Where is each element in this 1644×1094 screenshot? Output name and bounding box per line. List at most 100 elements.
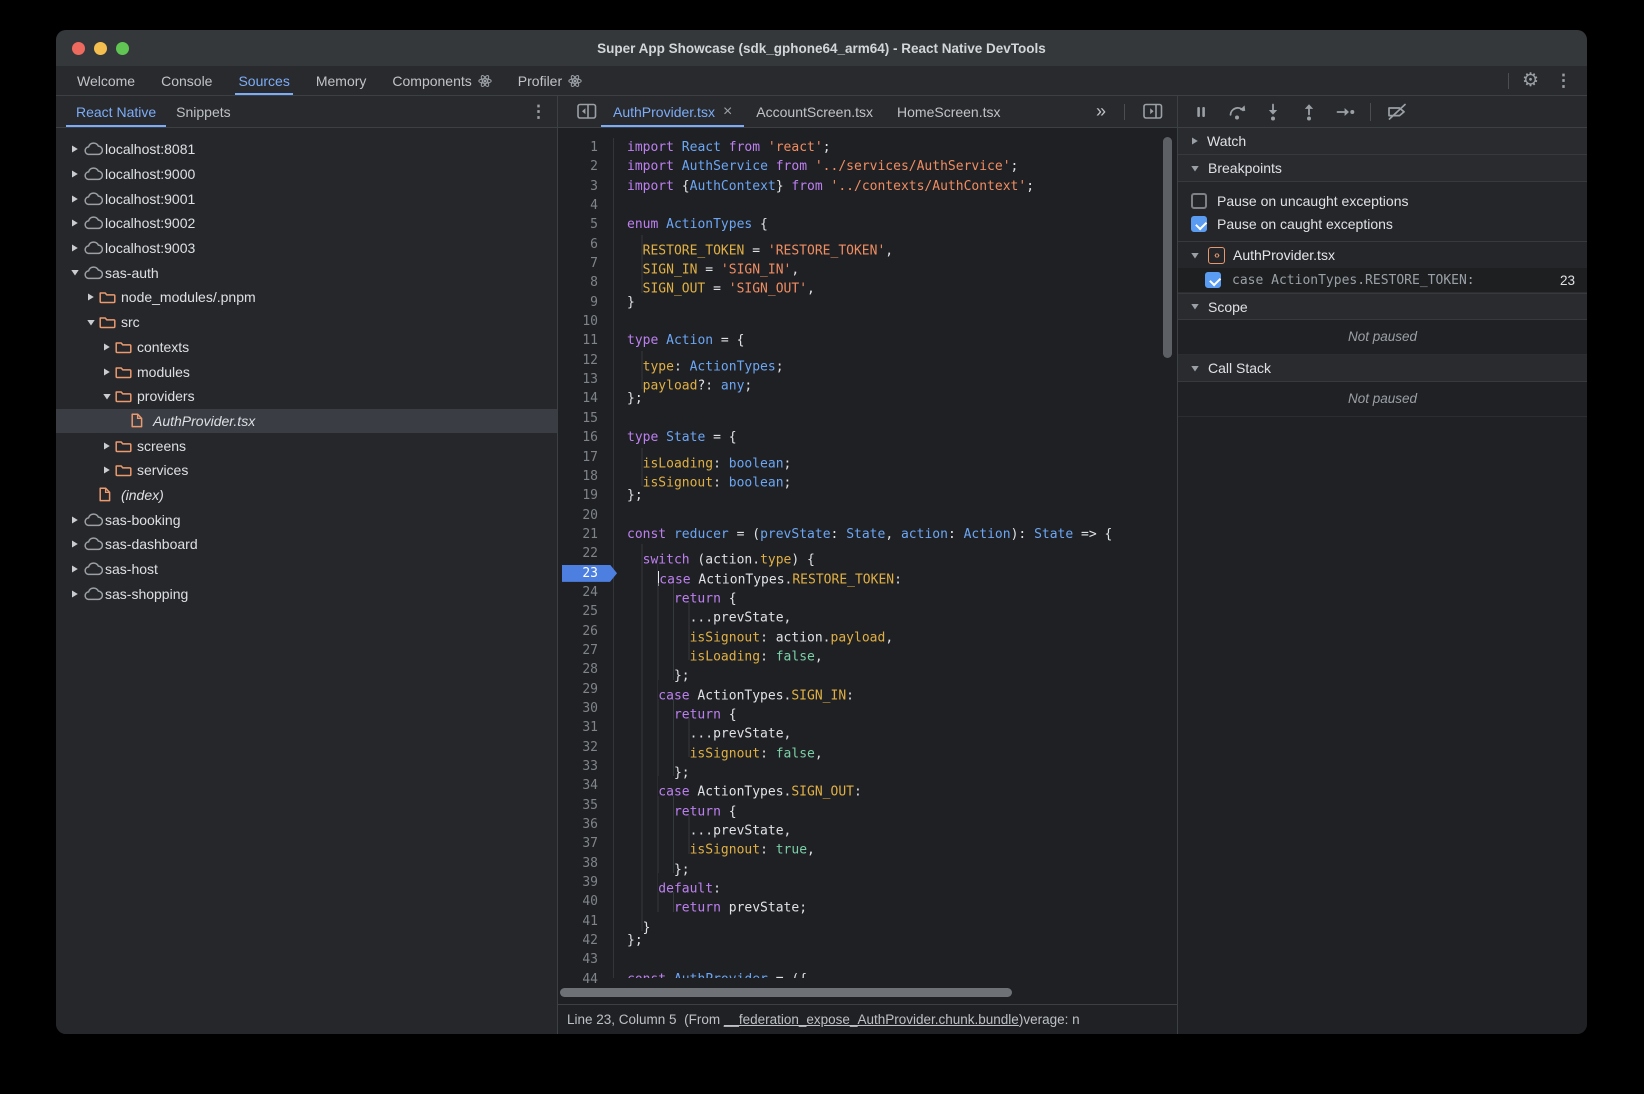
devtools-menu-icon[interactable]: ⋮ [1552,72,1575,89]
line-number[interactable]: 34 [558,776,614,795]
line-number[interactable]: 18 [558,467,614,486]
tree-item-sas-dashboard[interactable]: sas-dashboard [56,532,557,557]
line-number[interactable]: 27 [558,641,614,660]
line-number[interactable]: 25 [558,602,614,621]
zoom-window-button[interactable] [116,42,129,55]
settings-gear-icon[interactable]: ⚙ [1522,71,1539,90]
code-text[interactable]: isSignout: boolean; [614,467,791,486]
editor-tab-homescreen.tsx[interactable]: HomeScreen.tsx [885,96,1012,127]
line-number[interactable]: 6 [558,235,614,254]
chevron-right-icon[interactable] [98,441,115,451]
code-text[interactable]: isLoading: boolean; [614,448,791,467]
line-number[interactable]: 20 [558,506,614,525]
tree-item-sas-shopping[interactable]: sas-shopping [56,581,557,606]
chevron-right-icon[interactable] [66,564,83,574]
line-number[interactable]: 12 [558,351,614,370]
code-text[interactable]: return prevState; [614,892,807,911]
line-number[interactable]: 13 [558,370,614,389]
code-text[interactable]: const reducer = (prevState: State, actio… [614,525,1112,544]
code-text[interactable]: return { [614,583,737,602]
hide-navigator-icon[interactable] [573,96,601,127]
chevron-right-icon[interactable] [98,465,115,475]
close-window-button[interactable] [72,42,85,55]
tab-profiler[interactable]: Profiler [507,66,593,95]
tab-components[interactable]: Components [381,66,502,95]
chevron-right-icon[interactable] [66,194,83,204]
watch-section-header[interactable]: Watch [1178,128,1587,155]
code-text[interactable]: }; [614,486,643,505]
code-text[interactable]: ...prevState, [614,718,791,737]
line-number[interactable]: 8 [558,273,614,292]
code-text[interactable]: }; [614,660,690,679]
chevron-right-icon[interactable] [66,539,83,549]
chevron-right-icon[interactable] [66,169,83,179]
navigator-tab-snippets[interactable]: Snippets [166,96,240,127]
tree-item-screens[interactable]: screens [56,433,557,458]
line-number[interactable]: 35 [558,796,614,815]
line-number[interactable]: 7 [558,254,614,273]
line-number[interactable]: 11 [558,331,614,350]
minimize-window-button[interactable] [94,42,107,55]
code-text[interactable]: RESTORE_TOKEN = 'RESTORE_TOKEN', [614,235,893,254]
tree-item-localhost-9002[interactable]: localhost:9002 [56,211,557,236]
code-text[interactable]: case ActionTypes.RESTORE_TOKEN: [614,564,902,583]
line-number[interactable]: 19 [558,486,614,505]
breakpoint-file-group[interactable]: ‹›AuthProvider.tsx [1178,242,1587,268]
tree-item-modules[interactable]: modules [56,359,557,384]
tree-item-sas-booking[interactable]: sas-booking [56,507,557,532]
code-text[interactable]: switch (action.type) { [614,544,815,563]
line-number[interactable]: 37 [558,834,614,853]
code-text[interactable]: }; [614,931,643,950]
tree-item-services[interactable]: services [56,458,557,483]
step-out-icon[interactable] [1298,101,1320,123]
tab-memory[interactable]: Memory [305,66,378,95]
chevron-down-icon[interactable] [82,318,99,327]
more-tabs-icon[interactable]: » [1096,101,1106,122]
chevron-right-icon[interactable] [66,589,83,599]
breakpoint-line-number[interactable]: 23 [558,564,614,583]
line-number[interactable]: 10 [558,312,614,331]
code-text[interactable]: return { [614,699,737,718]
chevron-right-icon[interactable] [66,515,83,525]
line-number[interactable]: 39 [558,873,614,892]
step-icon[interactable] [1334,101,1356,123]
pause-icon[interactable] [1190,101,1212,123]
code-text[interactable]: type Action = { [614,331,744,350]
tree-item-localhost-9001[interactable]: localhost:9001 [56,186,557,211]
code-text[interactable]: SIGN_IN = 'SIGN_IN', [614,254,799,273]
code-text[interactable] [614,409,627,428]
line-number[interactable]: 33 [558,757,614,776]
tree-item-localhost-8081[interactable]: localhost:8081 [56,137,557,162]
line-number[interactable]: 43 [558,950,614,969]
breakpoints-section-header[interactable]: Breakpoints [1178,155,1587,182]
code-text[interactable] [614,196,627,215]
toggle-debugger-panel-icon[interactable] [1139,96,1167,127]
line-number[interactable]: 3 [558,177,614,196]
line-number[interactable]: 15 [558,409,614,428]
checkbox-unchecked[interactable] [1191,193,1207,209]
chevron-right-icon[interactable] [66,144,83,154]
code-text[interactable]: isSignout: false, [614,738,823,757]
code-text[interactable]: } [614,293,635,312]
code-text[interactable]: isLoading: false, [614,641,823,660]
call-stack-section-header[interactable]: Call Stack [1178,355,1587,382]
line-number[interactable]: 16 [558,428,614,447]
chevron-right-icon[interactable] [98,342,115,352]
line-number[interactable]: 5 [558,215,614,234]
chevron-right-icon[interactable] [66,243,83,253]
vertical-scrollbar[interactable] [1163,137,1172,358]
tab-welcome[interactable]: Welcome [66,66,146,95]
code-text[interactable]: type: ActionTypes; [614,351,784,370]
code-text[interactable]: isSignout: action.payload, [614,622,893,641]
tree-item-localhost-9003[interactable]: localhost:9003 [56,236,557,261]
tree-item--index-[interactable]: (index) [56,483,557,508]
step-into-icon[interactable] [1262,101,1284,123]
code-text[interactable]: ...prevState, [614,602,791,621]
close-tab-icon[interactable]: × [723,104,732,120]
chevron-right-icon[interactable] [82,292,99,302]
line-number[interactable]: 29 [558,680,614,699]
navigator-menu-icon[interactable]: ⋮ [527,103,557,120]
step-over-icon[interactable] [1226,101,1248,123]
tree-item-localhost-9000[interactable]: localhost:9000 [56,162,557,187]
tree-item-contexts[interactable]: contexts [56,335,557,360]
